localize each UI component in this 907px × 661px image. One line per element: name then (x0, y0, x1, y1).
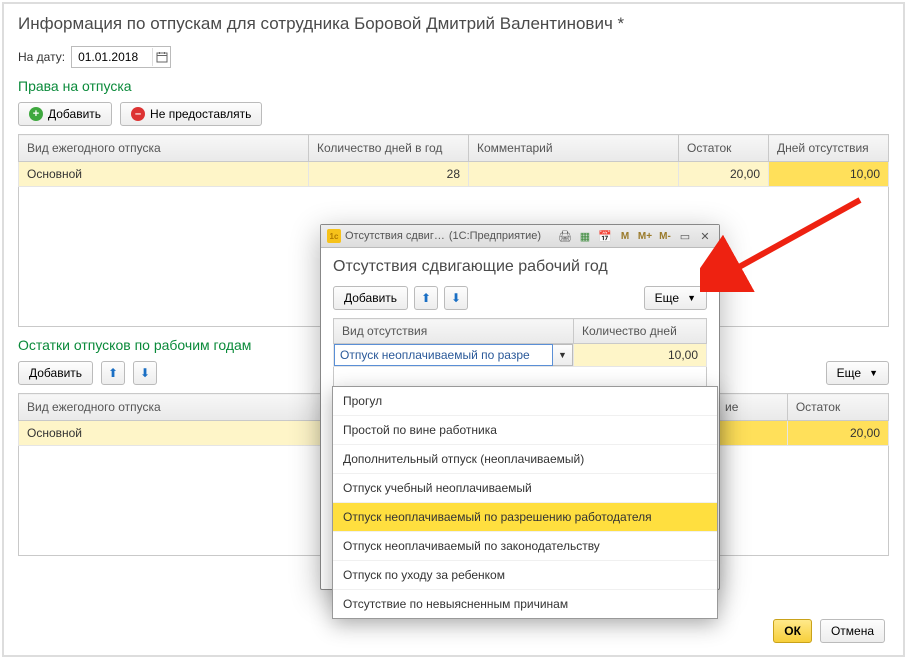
cell-remain: 20,00 (679, 162, 769, 187)
bal-col-c2[interactable]: ие (717, 394, 788, 421)
cell-days: 28 (309, 162, 469, 187)
dropdown-item[interactable]: Простой по вине работника (333, 416, 717, 445)
add-button[interactable]: + Добавить (18, 102, 112, 126)
rights-section-header: Права на отпуска (18, 78, 889, 94)
arrow-up-icon: ⬆ (421, 291, 431, 305)
bal-cell-remain: 20,00 (787, 421, 888, 446)
date-input[interactable] (72, 50, 152, 64)
dlg-col-days[interactable]: Количество дней (574, 319, 707, 344)
app-logo-icon: 1c (327, 229, 341, 243)
dialog-title: Отсутствия сдвигающие рабочий год (333, 258, 707, 276)
add-button-label: Добавить (48, 107, 101, 121)
m-plus-button[interactable]: M+ (637, 228, 653, 244)
calendar-toolbar-icon[interactable]: 📅 (597, 228, 613, 244)
balances-add-button[interactable]: Добавить (18, 361, 93, 385)
table-row[interactable]: Основной 28 20,00 10,00 (19, 162, 889, 187)
absence-type-combo-input[interactable] (334, 344, 553, 366)
dialog-more-button[interactable]: Еще ▼ (644, 286, 707, 310)
maximize-icon[interactable]: ▭ (677, 228, 693, 244)
move-down-button[interactable]: ⬇ (133, 361, 157, 385)
dialog-window-subtitle: (1С:Предприятие) (449, 230, 541, 242)
more-button[interactable]: Еще ▼ (826, 361, 889, 385)
cell-comment (469, 162, 679, 187)
date-label: На дату: (18, 50, 65, 64)
close-icon[interactable]: ✕ (697, 228, 713, 244)
col-comment[interactable]: Комментарий (469, 135, 679, 162)
dropdown-item[interactable]: Прогул (333, 387, 717, 416)
table-row[interactable]: ▼ 10,00 (334, 344, 707, 367)
print-icon[interactable]: 🖨 (557, 228, 573, 244)
dlg-cell-type: ▼ (334, 344, 574, 367)
dialog-move-up[interactable]: ⬆ (414, 286, 438, 310)
combo-dropdown-button[interactable]: ▼ (553, 344, 573, 366)
bal-cell-c2 (717, 421, 788, 446)
col-type[interactable]: Вид ежегодного отпуска (19, 135, 309, 162)
deny-button-label: Не предоставлять (150, 107, 251, 121)
more-button-label: Еще (837, 366, 861, 380)
arrow-up-icon: ⬆ (108, 366, 118, 380)
dropdown-item[interactable]: Отпуск учебный неоплачиваемый (333, 474, 717, 503)
minus-icon: – (131, 107, 145, 121)
dialog-table: Вид отсутствия Количество дней ▼ 10,00 (333, 318, 707, 367)
arrow-down-icon: ⬇ (140, 366, 150, 380)
dropdown-item[interactable]: Отпуск неоплачиваемый по законодательств… (333, 532, 717, 561)
page-title: Информация по отпускам для сотрудника Бо… (18, 14, 889, 34)
calendar-icon[interactable] (152, 48, 170, 66)
cancel-button[interactable]: Отмена (820, 619, 885, 643)
col-remain[interactable]: Остаток (679, 135, 769, 162)
move-up-button[interactable]: ⬆ (101, 361, 125, 385)
m-button[interactable]: M (617, 228, 633, 244)
cell-type: Основной (19, 162, 309, 187)
dlg-cell-days[interactable]: 10,00 (574, 344, 707, 367)
plus-icon: + (29, 107, 43, 121)
col-absent[interactable]: Дней отсутствия (769, 135, 889, 162)
absence-type-dropdown: Прогул Простой по вине работника Дополни… (332, 386, 718, 619)
deny-button[interactable]: – Не предоставлять (120, 102, 262, 126)
dialog-add-button[interactable]: Добавить (333, 286, 408, 310)
rights-table: Вид ежегодного отпуска Количество дней в… (18, 134, 889, 187)
dropdown-item[interactable]: Отпуск по уходу за ребенком (333, 561, 717, 590)
m-minus-button[interactable]: М- (657, 228, 673, 244)
ok-button[interactable]: ОК (773, 619, 812, 643)
arrow-down-icon: ⬇ (451, 291, 461, 305)
cell-absent[interactable]: 10,00 (769, 162, 889, 187)
date-input-wrapper (71, 46, 171, 68)
bal-col-remain[interactable]: Остаток (787, 394, 888, 421)
dropdown-item[interactable]: Дополнительный отпуск (неоплачиваемый) (333, 445, 717, 474)
balances-add-label: Добавить (29, 366, 82, 380)
dlg-col-type[interactable]: Вид отсутствия (334, 319, 574, 344)
dialog-more-label: Еще (655, 291, 679, 305)
dropdown-item-selected[interactable]: Отпуск неоплачиваемый по разрешению рабо… (333, 503, 717, 532)
col-days[interactable]: Количество дней в год (309, 135, 469, 162)
caret-down-icon: ▼ (869, 368, 878, 378)
dropdown-item[interactable]: Отсутствие по невыясненным причинам (333, 590, 717, 618)
dialog-window-title: Отсутствия сдвиг… (345, 230, 445, 242)
calc-icon[interactable]: ▦ (577, 228, 593, 244)
dialog-titlebar[interactable]: 1c Отсутствия сдвиг… (1С:Предприятие) 🖨 … (321, 225, 719, 248)
dialog-move-down[interactable]: ⬇ (444, 286, 468, 310)
caret-down-icon: ▼ (687, 293, 696, 303)
